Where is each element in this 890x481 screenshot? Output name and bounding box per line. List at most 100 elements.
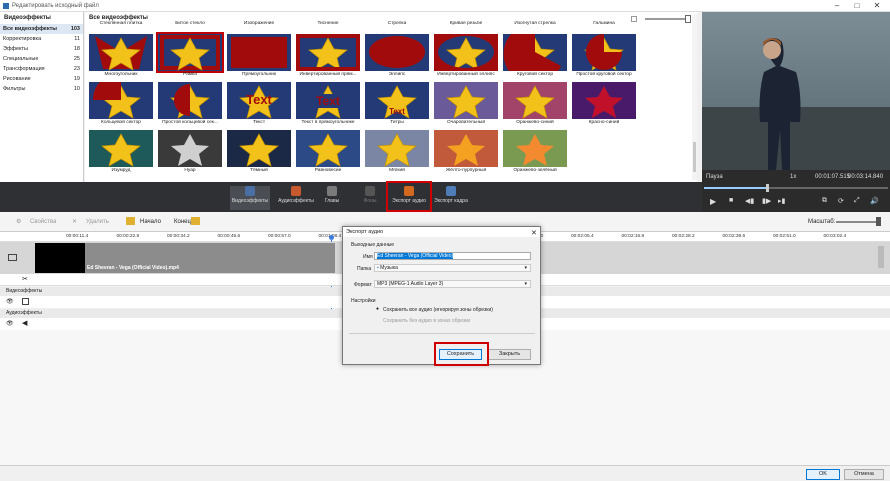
folder-select[interactable]: ▪ Музыка ▾ — [374, 264, 531, 272]
effect-item[interactable]: Круговой сектор — [502, 34, 568, 80]
effect-item[interactable]: Тёмный — [226, 130, 292, 176]
delete-icon[interactable]: ✕ — [72, 218, 77, 225]
volume-icon[interactable]: 🔊 — [870, 197, 879, 205]
effect-item[interactable]: Жёлто-пурпурный — [433, 130, 499, 176]
category-item[interactable]: Корректировка 11 — [0, 34, 83, 44]
effect-label: Инвертированный прям... — [299, 72, 357, 77]
tab-export-frame[interactable]: Экспорт кадра — [432, 186, 470, 210]
start-icon[interactable] — [126, 217, 135, 225]
audio-visibility-icon[interactable]: 👁 — [6, 320, 14, 327]
category-label: Эффекты — [3, 46, 29, 52]
highlight-save-button — [434, 342, 489, 366]
thumbnail-size-handle[interactable] — [685, 15, 691, 23]
effect-label: Тёмный — [250, 168, 268, 173]
audio-mute-icon[interactable]: ◀ — [22, 319, 27, 327]
seek-bar[interactable] — [704, 187, 888, 189]
close-button[interactable]: Закрыть — [488, 349, 531, 360]
category-item[interactable]: Рисование 19 — [0, 74, 83, 84]
thumbnail-size-slider[interactable] — [645, 18, 685, 20]
output-section-label: Выходные данные — [351, 242, 395, 248]
option-save-all-audio[interactable]: Сохранить все аудио (игнорируя зоны обре… — [383, 307, 493, 313]
snapshot-icon[interactable]: ⧉ — [822, 197, 827, 205]
tab-video-effects[interactable]: Видеоэффекты — [230, 186, 270, 210]
tab-chapters[interactable]: Главы — [318, 186, 346, 210]
effect-item[interactable]: Эллипс — [364, 34, 430, 80]
effect-item[interactable]: Инвертированный прям... — [295, 34, 361, 80]
close-window-button[interactable]: ✕ — [872, 1, 882, 11]
ruler-tick: 00:02:39.6 — [722, 234, 746, 239]
tab-backgrounds[interactable]: Фоны — [356, 186, 384, 210]
playback-state: Пауза — [706, 174, 723, 180]
name-field[interactable]: Ed Sheeran - Vega (Official Video) — [374, 252, 531, 260]
tab-audio-effects[interactable]: Аудиоэффекты — [276, 186, 316, 210]
category-item[interactable]: Специальные 25 — [0, 54, 83, 64]
effect-item[interactable]: Многоугольник — [88, 34, 154, 80]
video-clip[interactable]: Ed Sheeran - Vega (Official Video).mp4 — [35, 243, 335, 273]
visibility-icon[interactable]: 👁 — [6, 298, 14, 305]
format-select[interactable]: MP3 (MPEG-1 Audio Layer 3) ▾ — [374, 280, 531, 288]
category-item[interactable]: Эффекты 18 — [0, 44, 83, 54]
category-item[interactable]: Трансформация 23 — [0, 64, 83, 74]
properties-button[interactable]: Свойства — [30, 219, 56, 225]
option-save-without-cut[interactable]: Сохранить без аудио в зонах обрезки — [383, 318, 470, 324]
add-video-effect-icon[interactable] — [22, 298, 29, 305]
end-icon[interactable] — [191, 217, 200, 225]
effect-label: Оранжево-синий — [516, 120, 554, 125]
category-count: 103 — [70, 26, 80, 32]
effect-item[interactable]: Простой кольцевой сек... — [157, 82, 223, 128]
effect-caption-partial: Изогнутая стрелка — [514, 21, 556, 26]
category-count: 10 — [73, 86, 80, 92]
effect-item[interactable]: Рамка — [156, 32, 224, 80]
category-item[interactable]: Все видеоэффекты 103 — [0, 24, 83, 34]
end-button[interactable]: Конец — [174, 219, 191, 225]
maximize-button[interactable]: □ — [852, 1, 862, 11]
scale-handle[interactable] — [876, 217, 881, 226]
scrollbar-thumb[interactable] — [693, 142, 696, 172]
effect-item[interactable]: Прямоугольник — [226, 34, 292, 80]
duration: 00:03:14.840 — [848, 174, 884, 180]
effect-item[interactable]: Text Текст в прямоугольнике — [295, 82, 361, 128]
mark-icon[interactable]: ▸▮ — [778, 197, 785, 205]
effect-thumbnail: Text — [227, 82, 291, 119]
scissors-icon[interactable]: ✂ — [22, 275, 28, 283]
effect-item[interactable]: Мягкий — [364, 130, 430, 176]
effect-item[interactable]: Простой круговой сектор — [571, 34, 637, 80]
scale-slider[interactable] — [836, 221, 876, 223]
loop-icon[interactable]: ⟳ — [838, 197, 844, 205]
effect-item[interactable]: Text Текст — [226, 82, 292, 128]
seek-handle[interactable] — [766, 184, 769, 192]
effect-item[interactable]: Изумруд — [88, 130, 154, 176]
play-icon[interactable]: ▶ — [710, 197, 716, 206]
stop-icon[interactable]: ■ — [729, 197, 733, 204]
prev-frame-icon[interactable]: ◀▮ — [745, 197, 754, 205]
svg-text:Text: Text — [246, 92, 272, 107]
effect-label: Простой круговой сектор — [576, 72, 632, 77]
next-frame-icon[interactable]: ▮▶ — [762, 197, 771, 205]
toolbar-label: Главы — [324, 198, 340, 204]
cancel-button[interactable]: Отмена — [844, 469, 884, 480]
playback-speed[interactable]: 1x — [790, 174, 796, 180]
properties-icon[interactable]: ⚙ — [16, 218, 21, 225]
ok-button[interactable]: OK — [806, 469, 840, 480]
effect-item[interactable]: Очаровательный — [433, 82, 499, 128]
effect-item[interactable]: Инвертированный эллипс — [433, 34, 499, 80]
minimize-button[interactable]: – — [832, 1, 842, 11]
radio-selected-icon[interactable]: ● — [376, 306, 379, 312]
ruler-tick: 00:02:28.2 — [672, 234, 695, 239]
effect-item[interactable]: Text Титры — [364, 82, 430, 128]
delete-button[interactable]: Удалить — [86, 219, 109, 225]
effect-item[interactable]: Кольцевой сектор — [88, 82, 154, 128]
category-item[interactable]: Фильтры 10 — [0, 84, 83, 94]
effects-scrollbar[interactable] — [692, 14, 697, 180]
effect-thumbnail — [434, 34, 498, 71]
effect-item[interactable]: Оранжево-зелёный — [502, 130, 568, 176]
effect-item[interactable]: Оранжево-синий — [502, 82, 568, 128]
start-button[interactable]: Начало — [140, 219, 161, 225]
effect-item[interactable]: Красно-синий — [571, 82, 637, 128]
effect-item[interactable]: Равновесие — [295, 130, 361, 176]
folder-icon: ▪ — [377, 265, 379, 271]
effect-item[interactable]: Нуар — [157, 130, 223, 176]
dialog-close-icon[interactable]: ✕ — [531, 229, 537, 237]
timeline-scroll[interactable] — [878, 246, 884, 268]
fullscreen-icon[interactable]: ⤢ — [854, 197, 860, 205]
